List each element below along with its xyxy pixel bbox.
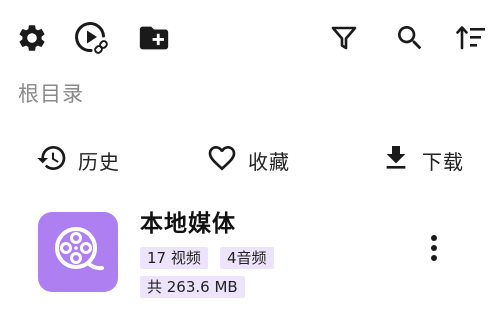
breadcrumb[interactable]: 根目录 — [18, 78, 84, 108]
search-button[interactable] — [390, 18, 430, 58]
favorites-button[interactable]: 收藏 — [206, 140, 290, 180]
sort-icon — [454, 21, 488, 55]
heart-icon — [206, 142, 238, 178]
more-vertical-icon — [429, 234, 439, 266]
history-button[interactable]: 历史 — [36, 140, 120, 180]
media-item-local[interactable]: 本地媒体 17 视频 4音频 共 263.6 MB — [0, 200, 500, 310]
downloads-button[interactable]: 下载 — [380, 140, 464, 180]
filter-button[interactable] — [324, 18, 364, 58]
filter-icon — [329, 23, 359, 53]
search-icon — [394, 22, 426, 54]
more-options-button[interactable] — [420, 230, 448, 270]
history-label: 历史 — [78, 149, 120, 174]
media-title: 本地媒体 — [140, 211, 236, 237]
folder-add-icon — [137, 21, 171, 55]
sort-button[interactable] — [451, 18, 491, 58]
media-thumbnail — [38, 212, 118, 292]
video-count-badge: 17 视频 — [140, 247, 208, 269]
gear-icon — [16, 22, 48, 54]
favorites-label: 收藏 — [248, 149, 290, 174]
play-link-icon — [73, 19, 111, 57]
film-reel-icon — [50, 222, 106, 282]
history-icon — [36, 142, 68, 178]
total-size-badge: 共 263.6 MB — [140, 276, 245, 298]
add-folder-button[interactable] — [134, 18, 174, 58]
download-icon — [380, 142, 412, 178]
downloads-label: 下载 — [422, 149, 464, 174]
audio-count-badge: 4音频 — [220, 247, 274, 269]
settings-button[interactable] — [12, 18, 52, 58]
play-link-button[interactable] — [72, 18, 112, 58]
